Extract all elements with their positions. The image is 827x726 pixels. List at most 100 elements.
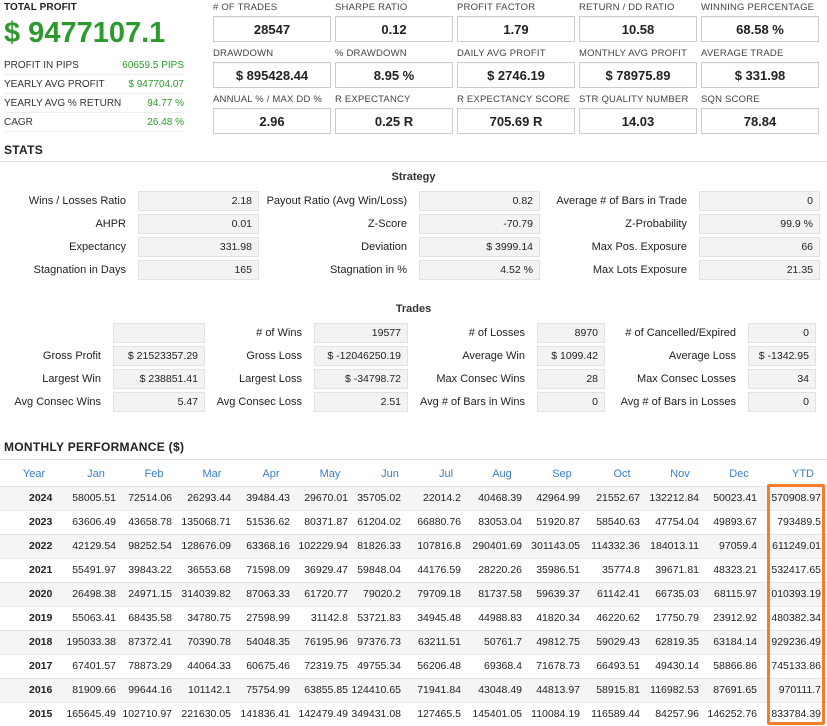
monthly-title: MONTHLY PERFORMANCE ($) (4, 440, 185, 454)
metric-card: R EXPECTANCY SCORE 705.69 R (457, 94, 575, 136)
month-header[interactable]: Jun (360, 468, 420, 482)
month-cell: 165645.49 (66, 708, 116, 720)
month-cell: 44813.97 (536, 684, 580, 696)
month-header[interactable]: May (300, 468, 360, 482)
metric-card: SQN SCORE 78.84 (701, 94, 819, 136)
stats-title: STATS (4, 143, 44, 157)
metric-value: 8.95 % (335, 62, 453, 88)
stat-value: 0.01 (138, 214, 259, 234)
month-cell: 61142.41 (596, 588, 640, 600)
stat-value: $ 3999.14 (419, 237, 540, 257)
month-header[interactable]: Mar (182, 468, 242, 482)
stat-label: Stagnation in % (329, 264, 407, 276)
month-cell: 81909.66 (72, 684, 116, 696)
table-row: 2019 55063.41 68435.58 34780.75 27598.99 3114… (0, 606, 827, 630)
summary-row-value: 26.48 % (147, 117, 184, 128)
month-cell: 81826.33 (357, 540, 401, 552)
table-row: 2022 42129.54 98252.54 128676.09 63368.16 102… (0, 534, 827, 558)
trade-value: $ 1099.42 (537, 346, 605, 366)
month-cell: 49430.14 (655, 660, 699, 672)
trade-value: 0 (748, 392, 816, 412)
month-cell: 69368.4 (484, 660, 522, 672)
month-cell: 59029.43 (596, 636, 640, 648)
table-row: 2018 195033.38 87372.41 70390.78 54048.35 761… (0, 630, 827, 654)
month-cell: 42964.99 (536, 492, 580, 504)
month-cell: 59639.37 (536, 588, 580, 600)
month-cell: 68115.97 (713, 588, 757, 600)
trade-label: Average Win (462, 350, 525, 362)
trade-value (113, 323, 205, 343)
month-cell: 71941.84 (417, 684, 461, 696)
stat-label: Average # of Bars in Trade (556, 195, 687, 207)
month-header[interactable]: Jul (416, 468, 476, 482)
month-cell: 110084.19 (531, 708, 580, 720)
summary-row-value: $ 947704.07 (128, 79, 184, 90)
stat-label: Max Pos. Exposure (591, 241, 687, 253)
month-cell: 23912.92 (713, 612, 757, 624)
month-cell: 22014.2 (423, 492, 461, 504)
summary-row: YEARLY AVG PROFIT $ 947704.07 (4, 75, 184, 94)
month-cell: 349431.08 (351, 708, 401, 720)
trade-label: Largest Win (42, 373, 101, 385)
month-cell: 26498.38 (72, 588, 116, 600)
month-cell: 79020.2 (363, 588, 401, 600)
month-cell: 62819.35 (655, 636, 699, 648)
month-cell: 40468.39 (478, 492, 522, 504)
stat-value: -70.79 (419, 214, 540, 234)
month-cell: 39484.43 (246, 492, 290, 504)
month-cell: 66735.03 (655, 588, 699, 600)
ytd-cell: 611249.01 (772, 540, 821, 552)
month-header[interactable]: Year (4, 468, 64, 482)
trade-value: 8970 (537, 323, 605, 343)
stat-value: 4.52 % (419, 260, 540, 280)
month-cell: 41820.34 (536, 612, 580, 624)
month-cell: 301143.05 (531, 540, 580, 552)
metric-label: RETURN / DD RATIO (579, 2, 675, 13)
month-header[interactable]: YTD (773, 468, 827, 482)
month-header[interactable]: Dec (709, 468, 769, 482)
month-header[interactable]: Aug (472, 468, 532, 482)
stat-label: Deviation (361, 241, 407, 253)
trade-value: $ -12046250.19 (314, 346, 408, 366)
month-cell: 35774.8 (602, 564, 640, 576)
metric-card: ANNUAL % / MAX DD % 2.96 (213, 94, 331, 136)
metric-value: 10.58 (579, 16, 697, 42)
month-cell: 114332.36 (591, 540, 640, 552)
ytd-cell: 532417.65 (771, 564, 821, 576)
metric-value: 68.58 % (701, 16, 819, 42)
trade-label: Gross Profit (42, 350, 101, 362)
month-header[interactable]: Apr (241, 468, 301, 482)
month-cell: 72514.06 (128, 492, 172, 504)
ytd-cell: 970111.7 (778, 684, 821, 696)
month-cell: 60675.46 (246, 660, 290, 672)
month-cell: 132212.84 (649, 492, 699, 504)
month-cell: 55491.97 (72, 564, 116, 576)
trade-value: 28 (537, 369, 605, 389)
month-header[interactable]: Oct (592, 468, 652, 482)
month-cell: 97059.4 (719, 540, 757, 552)
month-header[interactable]: Feb (124, 468, 184, 482)
month-cell: 54048.35 (246, 636, 290, 648)
month-cell: 99644.16 (128, 684, 172, 696)
month-cell: 39843.22 (128, 564, 172, 576)
metric-label: # OF TRADES (213, 2, 278, 13)
month-cell: 49893.67 (713, 516, 757, 528)
month-cell: 75754.99 (246, 684, 290, 696)
metric-value: 0.25 R (335, 108, 453, 134)
stat-value: 0.82 (419, 191, 540, 211)
month-header[interactable]: Nov (650, 468, 710, 482)
month-cell: 141836.41 (240, 708, 290, 720)
ytd-cell: 480382.34 (771, 612, 821, 624)
table-row: 2016 81909.66 99644.16 101142.1 75754.99 6385… (0, 678, 827, 702)
month-header[interactable]: Jan (66, 468, 126, 482)
month-cell: 67401.57 (72, 660, 116, 672)
summary-row-value: 60659.5 PIPS (122, 60, 184, 71)
month-cell: 87372.41 (128, 636, 172, 648)
month-header[interactable]: Sep (532, 468, 592, 482)
divider (0, 161, 827, 162)
stat-label: Wins / Losses Ratio (28, 195, 126, 207)
month-cell: 34780.75 (187, 612, 231, 624)
trade-value: $ 238851.41 (113, 369, 205, 389)
month-cell: 71678.73 (536, 660, 580, 672)
stat-value: 331.98 (138, 237, 259, 257)
